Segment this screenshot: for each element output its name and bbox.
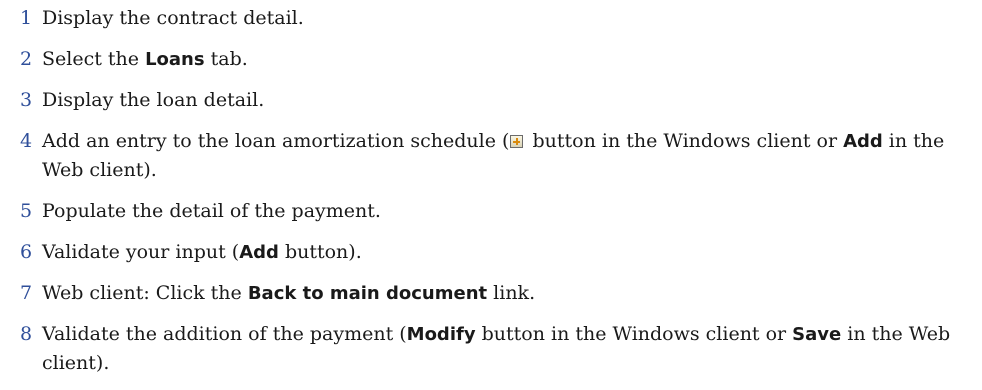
step-text: Select the Loans tab. — [42, 45, 970, 74]
step-number: 6 — [20, 241, 33, 263]
step-number: 8 — [20, 323, 33, 345]
step-text: Display the loan detail. — [42, 86, 970, 115]
step-text: Validate your input (Add button). — [42, 238, 970, 267]
loans-tab-label: Loans — [145, 49, 205, 70]
step-text-part: Validate the addition of the payment ( — [42, 323, 407, 345]
step-text-part: link. — [487, 282, 536, 304]
step-number: 4 — [20, 130, 33, 152]
step-text: Validate the addition of the payment (Mo… — [42, 320, 970, 378]
step-text-part: button). — [278, 241, 362, 263]
step-text-part: Select the — [42, 48, 146, 70]
step-number: 2 — [20, 48, 33, 70]
step-number: 5 — [20, 200, 33, 222]
step-text-part: Add an entry to the loan amortization sc… — [42, 130, 510, 152]
step-5: 5 Populate the detail of the payment. — [20, 197, 970, 226]
back-link-label: Back to main document — [247, 283, 488, 304]
step-3: 3 Display the loan detail. — [20, 86, 970, 115]
plus-icon — [510, 135, 524, 148]
step-8: 8 Validate the addition of the payment (… — [20, 320, 970, 378]
step-text-part: button in the Windows client or — [475, 323, 793, 345]
step-4: 4 Add an entry to the loan amortization … — [20, 127, 970, 185]
step-text-part: Web client: Click the — [42, 282, 248, 304]
add-button-label: Add — [239, 242, 279, 263]
step-2: 2 Select the Loans tab. — [20, 45, 970, 74]
step-6: 6 Validate your input (Add button). — [20, 238, 970, 267]
step-text: Populate the detail of the payment. — [42, 197, 970, 226]
step-text-part: Display the loan detail. — [42, 89, 265, 111]
step-number: 1 — [20, 7, 33, 29]
step-text: Display the contract detail. — [42, 4, 970, 33]
step-1: 1 Display the contract detail. — [20, 4, 970, 33]
step-text-part: Validate your input ( — [42, 241, 240, 263]
step-text-part: Display the contract detail. — [42, 7, 304, 29]
step-7: 7 Web client: Click the Back to main doc… — [20, 279, 970, 308]
step-text-part: tab. — [204, 48, 248, 70]
save-button-label: Save — [792, 324, 842, 345]
procedure-steps: 1 Display the contract detail. 2 Select … — [20, 4, 970, 390]
step-number: 3 — [20, 89, 33, 111]
step-text: Add an entry to the loan amortization sc… — [42, 127, 970, 185]
add-button-label: Add — [843, 131, 883, 152]
step-text-part: Populate the detail of the payment. — [42, 200, 381, 222]
modify-button-label: Modify — [406, 324, 476, 345]
step-number: 7 — [20, 282, 33, 304]
step-text: Web client: Click the Back to main docum… — [42, 279, 970, 308]
step-text-part: button in the Windows client or — [526, 130, 844, 152]
